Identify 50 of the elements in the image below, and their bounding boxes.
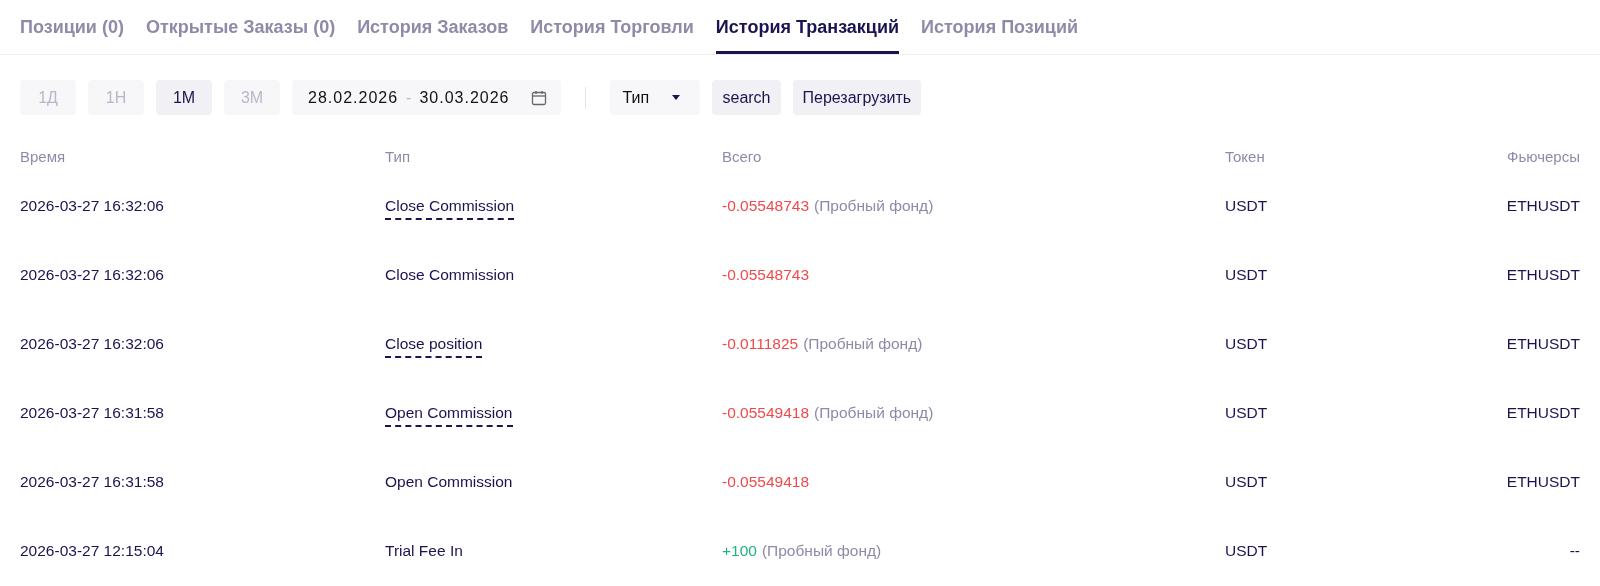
column-header: Тип	[385, 146, 411, 167]
end-date: 30.03.2026	[419, 88, 510, 107]
column-header: Токен	[1225, 146, 1266, 167]
table-cell-text: 2026-03-27 16:31:58	[20, 403, 165, 423]
date-range-field[interactable]: 28.02.2026 - 30.03.2026	[292, 80, 562, 115]
table-cell-text: --	[1568, 541, 1580, 561]
transaction-type: Close Commission	[385, 266, 515, 285]
date-separator: -	[406, 88, 412, 107]
amount: +100	[722, 542, 757, 560]
table-cell-text: ETHUSDT	[1505, 196, 1580, 216]
start-date: 28.02.2026	[308, 88, 399, 107]
type-select[interactable]: Тип	[610, 80, 701, 115]
table-cell-text: ETHUSDT	[1505, 403, 1580, 423]
amount-note: (Пробный фонд)	[814, 404, 934, 422]
toolbar-button[interactable]: search	[712, 80, 781, 115]
table-cell-text: ETHUSDT	[1505, 472, 1580, 492]
table-cell-text: USDT	[1225, 196, 1269, 216]
transaction-type: Trial Fee In	[385, 542, 463, 561]
table-cell-text: USDT	[1225, 334, 1269, 354]
table-cell-text: USDT	[1225, 265, 1269, 285]
column-header: Фьючерсы	[1506, 146, 1580, 167]
calendar-icon	[531, 89, 548, 106]
transaction-type: Open Commission	[385, 473, 513, 492]
toolbar-button[interactable]: Перезагрузить	[792, 80, 922, 115]
table-cell-text: USDT	[1225, 472, 1269, 492]
amount: -0.05549418	[722, 473, 810, 491]
tab[interactable]: История Транзакций	[715, 0, 900, 54]
amount: -0.05549418	[722, 404, 810, 422]
table-cell-text: 2026-03-27 16:32:06	[20, 265, 165, 285]
amount: -0.05548743	[722, 266, 810, 284]
table-cell-text: ETHUSDT	[1505, 265, 1580, 285]
transaction-type[interactable]: Open Commission	[385, 404, 513, 427]
caret-icon	[671, 94, 682, 101]
table-cell-text: 2026-03-27 16:31:58	[20, 472, 165, 492]
table-cell-text: USDT	[1225, 403, 1269, 423]
period-button[interactable]: 1М	[156, 80, 212, 115]
table-cell-text: 2026-03-27 16:32:06	[20, 334, 165, 354]
table-cell-text: 2026-03-27 12:15:04	[20, 541, 165, 561]
column-header: Время	[20, 146, 67, 167]
amount-note: (Пробный фонд)	[814, 197, 934, 215]
table-cell-text: 2026-03-27 16:32:06	[20, 196, 165, 216]
table-cell-text: USDT	[1225, 541, 1269, 561]
amount-note: (Пробный фонд)	[761, 542, 882, 560]
table-cell-text: ETHUSDT	[1505, 334, 1580, 354]
column-header: Всего	[722, 146, 763, 167]
transaction-type[interactable]: Close position	[385, 335, 483, 358]
amount: -0.05548743	[722, 197, 810, 215]
amount-note: (Пробный фонд)	[803, 335, 923, 353]
amount: -0.0111825	[722, 335, 799, 353]
transaction-type[interactable]: Close Commission	[385, 197, 515, 220]
